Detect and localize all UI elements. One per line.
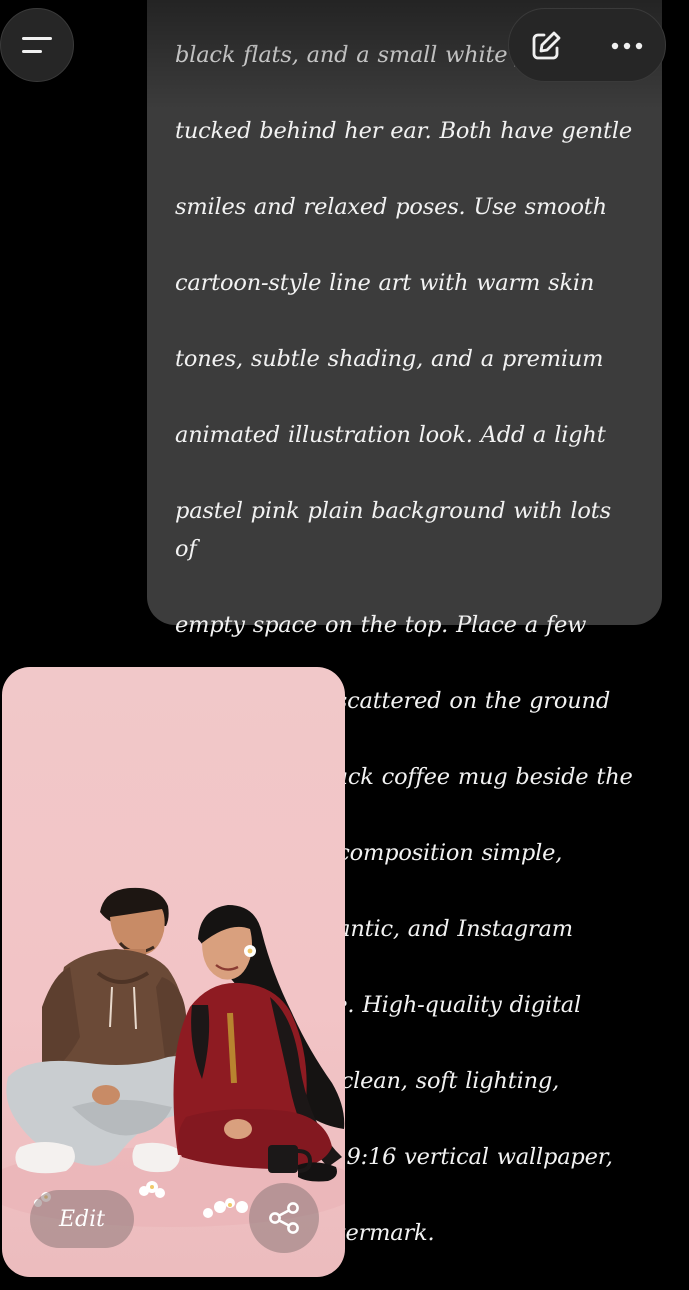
message-line: tones, subtle shading, and a premium: [175, 346, 604, 372]
message-line: cartoon-style line art with warm skin: [175, 270, 595, 296]
user-message-bubble: black flats, and a small white flower tu…: [147, 0, 662, 1246]
message-line: animated illustration look. Add a light: [175, 422, 606, 448]
more-options-button[interactable]: [601, 23, 653, 69]
menu-button[interactable]: [0, 8, 74, 82]
message-line: pastel pink plain background with lots o…: [175, 498, 611, 562]
message-line: smiles and relaxed poses. Use smooth: [175, 194, 607, 220]
share-icon: [269, 1202, 299, 1234]
hamburger-menu-icon: [22, 37, 52, 40]
top-actions-pill: [508, 8, 666, 82]
more-options-icon: [611, 42, 643, 50]
hamburger-menu-icon-line: [22, 50, 42, 53]
generated-image[interactable]: Edit: [2, 667, 345, 1277]
message-line: empty space on the top. Place a few: [175, 612, 587, 638]
share-button[interactable]: [249, 1183, 319, 1253]
edit-image-button[interactable]: Edit: [30, 1190, 134, 1248]
message-line: tucked behind her ear. Both have gentle: [175, 118, 632, 144]
new-chat-button[interactable]: [523, 23, 569, 69]
edit-pencil-icon: [532, 31, 561, 60]
